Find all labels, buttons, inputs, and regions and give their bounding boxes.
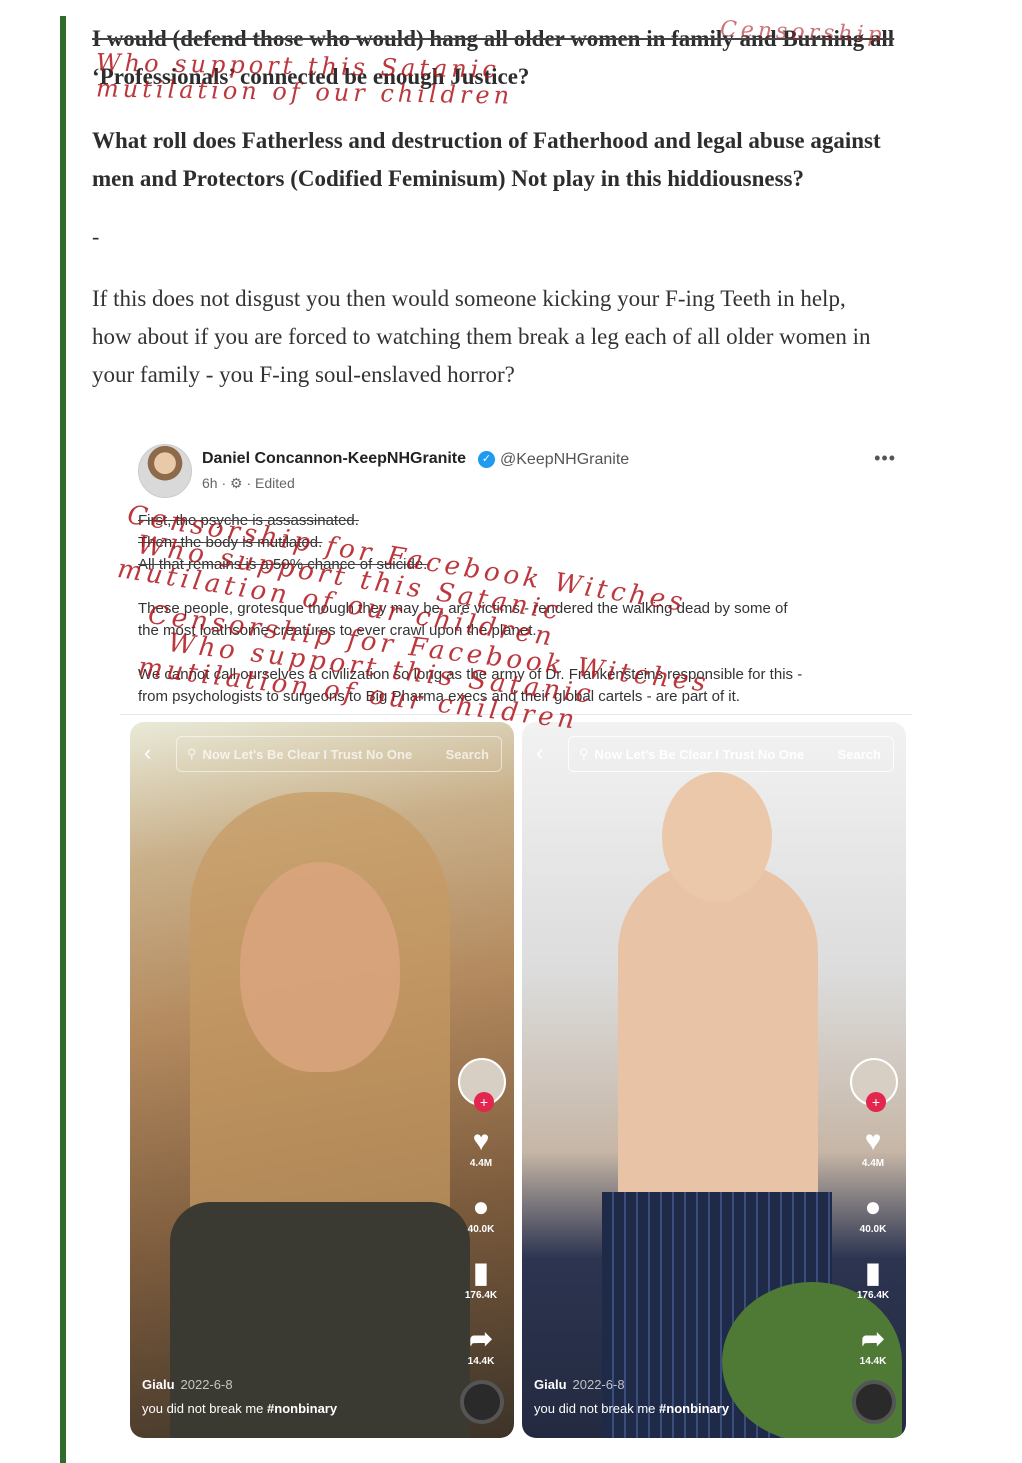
like-count: 4.4M [861, 1158, 885, 1169]
article-line-2: ‘Professionals’ connected be enough Just… [92, 64, 530, 89]
video-username[interactable]: Gialu 2022-6-8 [142, 1377, 233, 1392]
video-username[interactable]: Gialu 2022-6-8 [534, 1377, 625, 1392]
music-disc-icon[interactable] [460, 1380, 504, 1424]
post-time: 6h [202, 475, 218, 491]
embedded-post: Daniel Concannon-KeepNHGranite ✓ @KeepNH… [120, 436, 912, 1446]
heart-icon: ♥ [472, 1125, 490, 1156]
author-handle[interactable]: @KeepNHGranite [500, 451, 629, 469]
comment-count: 40.0K [467, 1224, 495, 1235]
share-action[interactable]: ➦ 14.4K [456, 1323, 506, 1368]
video-date: 2022-6-8 [180, 1377, 233, 1392]
like-count: 4.4M [469, 1158, 493, 1169]
post-text-line: from psychologists to surgeons to Big Ph… [138, 688, 740, 705]
music-disc-icon[interactable] [852, 1380, 896, 1424]
save-action[interactable]: ▮ 176.4K [848, 1257, 898, 1302]
save-action[interactable]: ▮ 176.4K [456, 1257, 506, 1302]
bookmark-icon: ▮ [865, 1257, 881, 1288]
follow-plus-icon[interactable]: + [866, 1092, 886, 1112]
hashtag-link[interactable]: #nonbinary [659, 1401, 729, 1416]
comment-count: 40.0K [859, 1224, 887, 1235]
video-caption: you did not break me #nonbinary [534, 1401, 730, 1416]
share-icon: ➦ [861, 1323, 885, 1354]
post-text-line: First, the psyche is assassinated. [138, 512, 359, 529]
like-action[interactable]: ♥ 4.4M [848, 1125, 898, 1170]
post-text-line: These people, grotesque though they may … [138, 600, 788, 617]
save-count: 176.4K [856, 1290, 890, 1301]
figure-face [240, 862, 400, 1072]
video-date: 2022-6-8 [572, 1377, 625, 1392]
blockquote-bar [60, 16, 66, 1463]
author-name[interactable]: Daniel Concannon-KeepNHGranite [202, 450, 466, 468]
paragraph-line-3: your family - you F-ing soul-enslaved ho… [92, 362, 515, 387]
save-count: 176.4K [464, 1290, 498, 1301]
comment-icon: ● [864, 1191, 882, 1222]
question-line-2: men and Protectors (Codified Feminisum) … [92, 166, 805, 191]
back-icon[interactable]: ‹ [536, 740, 543, 766]
post-text: First, the psyche is assassinated. Then,… [138, 510, 898, 730]
search-query: Now Let's Be Clear I Trust No One [202, 746, 413, 762]
share-action[interactable]: ➦ 14.4K [848, 1323, 898, 1368]
article-line-1: I would (defend those who would) hang al… [92, 26, 895, 51]
post-text-line: All that remains is a 50% chance of suic… [138, 556, 428, 573]
search-icon: ⚲ [579, 746, 589, 761]
video-caption: you did not break me #nonbinary [142, 1401, 338, 1416]
author-avatar[interactable] [138, 444, 192, 498]
hashtag-link[interactable]: #nonbinary [267, 1401, 337, 1416]
follow-plus-icon[interactable]: + [474, 1092, 494, 1112]
post-text-line: Then, the body is mutilated. [138, 534, 323, 551]
bookmark-icon: ▮ [473, 1257, 489, 1288]
heart-icon: ♥ [864, 1125, 882, 1156]
figure-torso [618, 862, 818, 1242]
paragraph-line-2: how about if you are forced to watching … [92, 324, 871, 349]
post-meta: 6h · ⚙ · Edited [202, 475, 295, 491]
comment-icon: ● [472, 1191, 490, 1222]
article-body: I would (defend those who would) hang al… [92, 20, 992, 394]
search-bar[interactable]: ⚲ Now Let's Be Clear I Trust No One Sear… [568, 736, 894, 772]
comment-action[interactable]: ● 40.0K [456, 1191, 506, 1236]
share-icon: ➦ [469, 1323, 493, 1354]
like-action[interactable]: ♥ 4.4M [456, 1125, 506, 1170]
search-button[interactable]: Search [446, 747, 489, 762]
tiktok-screenshot-left: ‹ ⚲ Now Let's Be Clear I Trust No One Se… [130, 722, 514, 1438]
search-bar[interactable]: ⚲ Now Let's Be Clear I Trust No One Sear… [176, 736, 502, 772]
search-icon: ⚲ [187, 746, 197, 761]
verified-icon: ✓ [478, 451, 495, 468]
globe-icon: ⚙ [230, 475, 243, 491]
paragraph-line-1: If this does not disgust you then would … [92, 286, 846, 311]
back-icon[interactable]: ‹ [144, 740, 151, 766]
tiktok-screenshot-right: ‹ ⚲ Now Let's Be Clear I Trust No One Se… [522, 722, 906, 1438]
more-options-icon[interactable]: ••• [874, 448, 896, 469]
share-count: 14.4K [467, 1356, 495, 1367]
post-divider [120, 714, 912, 715]
post-text-line: We cannot call ourselves a civilization … [138, 666, 803, 683]
search-query: Now Let's Be Clear I Trust No One [594, 746, 805, 762]
comment-action[interactable]: ● 40.0K [848, 1191, 898, 1236]
edited-label: Edited [255, 475, 295, 491]
post-text-line: the most loathsome creatures to ever cra… [138, 622, 537, 639]
question-line-1: What roll does Fatherless and destructio… [92, 128, 881, 153]
separator-dash: - [92, 224, 100, 249]
figure-head [662, 772, 772, 902]
search-button[interactable]: Search [838, 747, 881, 762]
share-count: 14.4K [859, 1356, 887, 1367]
